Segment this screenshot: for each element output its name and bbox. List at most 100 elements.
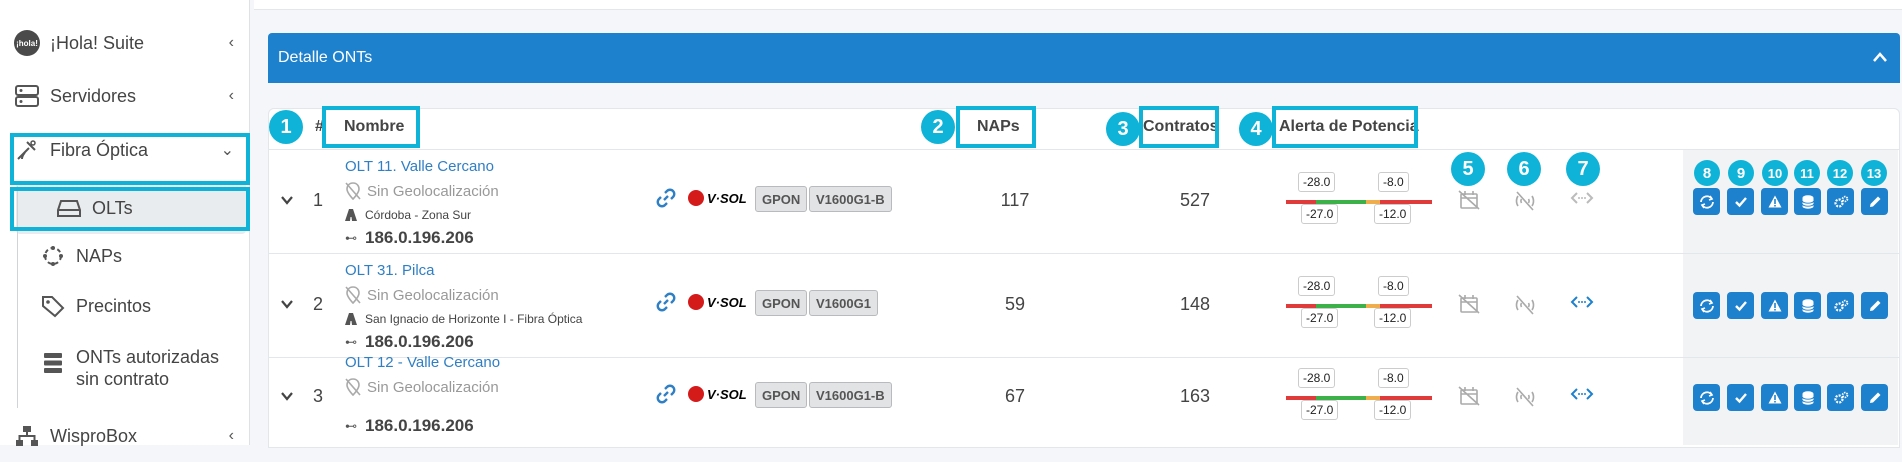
row-index: 1 [313, 190, 324, 210]
location-label: San Ignacio de Horizonte I - Fibra Óptic… [345, 312, 582, 326]
power-max-high: -8.0 [1378, 172, 1409, 192]
server-icon [14, 83, 40, 109]
authorize-button[interactable] [1727, 292, 1754, 319]
chevron-down-icon[interactable] [280, 192, 294, 210]
sidebar-item-precintos[interactable]: Precintos [0, 280, 250, 332]
power-min-high: -27.0 [1301, 204, 1339, 224]
power-max-high: -8.0 [1378, 276, 1409, 296]
card-header: Detalle ONTs [268, 33, 1900, 83]
code-arrows-icon[interactable] [1570, 386, 1594, 408]
tag-icon [40, 293, 66, 319]
power-min-high: -27.0 [1301, 400, 1339, 420]
edit-button[interactable] [1861, 292, 1888, 319]
database-button[interactable] [1794, 188, 1821, 215]
sidebar-item-label: Precintos [76, 295, 152, 316]
calendar-off-icon[interactable] [1458, 294, 1482, 316]
ip-address: ⊷ 186.0.196.206 [345, 228, 474, 247]
sidebar-item-wisprobox[interactable]: WisproBox ‹ [0, 410, 250, 462]
header-power-alert[interactable]: Alerta de Potencia [1279, 118, 1419, 136]
vsol-logo: V·SOL [688, 190, 747, 206]
location-off-icon [345, 182, 361, 200]
card-title: Detalle ONTs [278, 49, 373, 66]
location-off-icon [345, 286, 361, 304]
header-contracts[interactable]: Contratos [1143, 118, 1219, 136]
tech-badge: GPON [755, 382, 808, 408]
model-badge: V1600G1 [809, 290, 878, 316]
chevron-down-icon[interactable] [280, 296, 294, 314]
power-max-low: -12.0 [1374, 204, 1412, 224]
annotation-badge: 3 [1106, 112, 1140, 146]
sidebar: ¡hola! ¡Hola! Suite ‹ Servidores ‹ Fibra… [0, 0, 250, 446]
database-button[interactable] [1794, 384, 1821, 411]
database-button[interactable] [1794, 292, 1821, 319]
olt-name-link[interactable]: OLT 12 - Valle Cercano [345, 354, 500, 371]
sidebar-item-onts-sin-contrato[interactable]: ONTs autorizadas sin contrato [0, 340, 250, 400]
power-max-high: -8.0 [1378, 368, 1409, 388]
link-icon[interactable] [656, 188, 676, 213]
database-icon [1801, 194, 1814, 209]
annotation-badge: 4 [1239, 112, 1273, 146]
code-arrows-icon[interactable] [1570, 190, 1594, 212]
header-name[interactable]: Nombre [344, 118, 404, 136]
sidebar-item-naps[interactable]: NAPs [0, 230, 250, 282]
link-icon[interactable] [656, 384, 676, 409]
sidebar-item-label: OLTs [92, 197, 133, 218]
header-naps[interactable]: NAPs [977, 118, 1020, 136]
settings-button[interactable] [1827, 188, 1854, 215]
row-index: 3 [313, 386, 324, 406]
power-max-low: -12.0 [1374, 400, 1412, 420]
calendar-off-icon[interactable] [1458, 386, 1482, 408]
power-alert-gauge: -28.0 -8.0 -27.0 -12.0 [1278, 368, 1432, 428]
calendar-off-icon[interactable] [1458, 190, 1482, 212]
sidebar-item-olts[interactable]: OLTs [16, 182, 246, 234]
alert-button[interactable] [1761, 188, 1788, 215]
sync-button[interactable] [1693, 384, 1720, 411]
sidebar-item-label: Servidores [50, 85, 137, 106]
signal-off-icon[interactable] [1513, 386, 1537, 408]
chevron-down-icon[interactable] [280, 388, 294, 406]
sidebar-item-label: WisproBox [50, 425, 138, 446]
sync-button[interactable] [1693, 292, 1720, 319]
geolocation-status: Sin Geolocalización [345, 378, 499, 396]
sidebar-item-label: ONTs autorizadas sin contrato [76, 347, 220, 389]
gears-icon [1833, 195, 1848, 208]
warning-icon [1768, 195, 1781, 208]
sidebar-item-servidores[interactable]: Servidores ‹ [0, 70, 250, 122]
table-row: 1 OLT 11. Valle Cercano Sin Geolocalizac… [268, 150, 1900, 254]
hola-icon: ¡hola! [14, 30, 40, 56]
sync-button[interactable] [1693, 188, 1720, 215]
chevron-left-icon: ‹ [228, 427, 234, 444]
contracts-count: 527 [1179, 190, 1211, 210]
sidebar-item-fibra-optica[interactable]: Fibra Óptica ⌄ [0, 124, 250, 176]
link-icon[interactable] [656, 292, 676, 317]
signal-off-icon[interactable] [1513, 294, 1537, 316]
authorize-button[interactable] [1727, 384, 1754, 411]
sync-icon [1699, 390, 1714, 405]
code-arrows-icon[interactable] [1570, 294, 1594, 316]
sidebar-item-hola-suite[interactable]: ¡hola! ¡Hola! Suite ‹ [0, 17, 250, 69]
sidebar-item-label: NAPs [76, 245, 123, 266]
alert-button[interactable] [1761, 292, 1788, 319]
edit-button[interactable] [1861, 384, 1888, 411]
key-icon: ⊷ [345, 231, 357, 245]
chevron-up-icon[interactable] [1872, 47, 1888, 68]
olt-name-link[interactable]: OLT 31. Pilca [345, 262, 435, 279]
signal-off-icon[interactable] [1513, 190, 1537, 212]
power-min-low: -28.0 [1298, 172, 1336, 192]
settings-button[interactable] [1827, 292, 1854, 319]
top-strip [254, 0, 1902, 10]
power-min-low: -28.0 [1298, 276, 1336, 296]
model-badge: V1600G1-B [809, 382, 892, 408]
naps-count: 117 [1000, 190, 1030, 210]
alert-button[interactable] [1761, 384, 1788, 411]
settings-button[interactable] [1827, 384, 1854, 411]
olt-name-link[interactable]: OLT 11. Valle Cercano [345, 158, 494, 175]
authorize-button[interactable] [1727, 188, 1754, 215]
pencil-icon [1869, 392, 1880, 403]
annotation-badge: 1 [269, 110, 303, 144]
tech-badge: GPON [755, 186, 808, 212]
edit-button[interactable] [1861, 188, 1888, 215]
power-alert-gauge: -28.0 -8.0 -27.0 -12.0 [1278, 172, 1432, 232]
tree-line [17, 186, 18, 408]
naps-count: 67 [1004, 386, 1026, 406]
